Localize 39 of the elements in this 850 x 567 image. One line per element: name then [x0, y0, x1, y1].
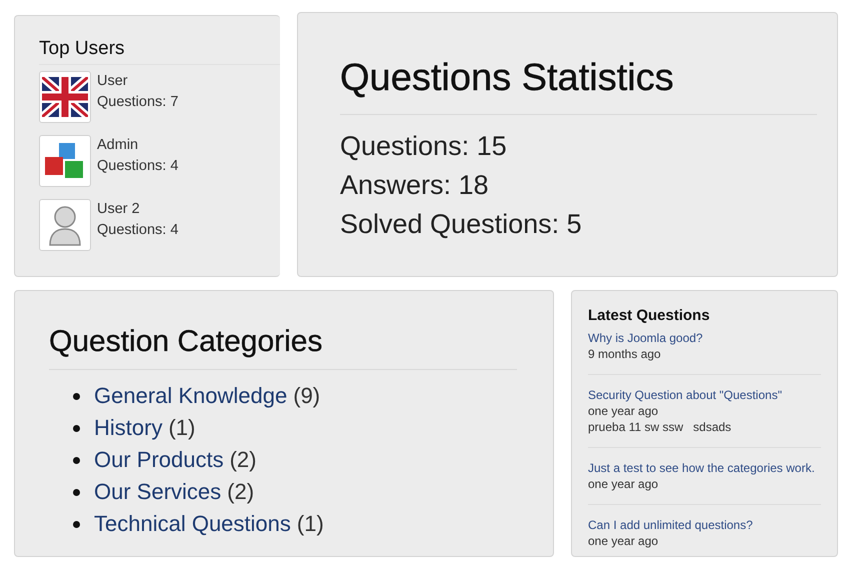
category-count: (2): [230, 446, 256, 474]
bullet-icon: [73, 392, 80, 400]
statistic-line: Questions: 15: [340, 130, 507, 163]
category-link[interactable]: Technical Questions: [94, 508, 291, 540]
panel-title: Top Users: [39, 38, 280, 65]
user-name: Admin: [97, 136, 138, 155]
question-count: Questions: 4: [97, 157, 178, 176]
user-name: User 2: [97, 200, 140, 219]
question-link[interactable]: Can I add unlimited questions?: [588, 517, 753, 533]
category-link[interactable]: Our Services: [94, 476, 222, 508]
question-count: Questions: 7: [97, 93, 178, 112]
question-link[interactable]: Security Question about "Questions": [588, 387, 782, 403]
bullet-icon: [73, 456, 80, 464]
panel-title: Latest Questions: [588, 307, 711, 324]
category-link[interactable]: Our Products: [94, 444, 224, 476]
flag-icon: [42, 77, 88, 117]
category-link[interactable]: General Knowledge: [94, 380, 288, 412]
question-excerpt: prueba 11 sw ssw sdsads: [588, 419, 732, 435]
question-link[interactable]: Just a test to see how the categories work.: [588, 460, 815, 476]
question-time: 9 months ago: [588, 346, 661, 362]
panel-title: Question Categories: [49, 325, 517, 370]
category-count: (2): [227, 478, 254, 506]
category-count: (1): [296, 510, 324, 538]
statistic-line: Answers: 18: [340, 169, 489, 202]
question-time: one year ago: [588, 403, 658, 419]
bullet-icon: [73, 488, 80, 496]
bullet-icon: [73, 520, 80, 528]
panel-title: Questions Statistics: [340, 57, 817, 115]
user-name: User: [97, 72, 128, 91]
question-count: Questions: 4: [97, 221, 178, 240]
statistic-line: Solved Questions: 5: [340, 208, 582, 241]
user-silhouette-icon: [47, 204, 83, 246]
bullet-icon: [73, 424, 80, 432]
category-count: (1): [168, 414, 196, 442]
question-link[interactable]: Why is Joomla good?: [588, 330, 703, 346]
question-time: one year ago: [588, 533, 658, 549]
category-link[interactable]: History: [94, 412, 162, 444]
question-time: one year ago: [588, 476, 658, 492]
category-count: (9): [293, 382, 320, 410]
